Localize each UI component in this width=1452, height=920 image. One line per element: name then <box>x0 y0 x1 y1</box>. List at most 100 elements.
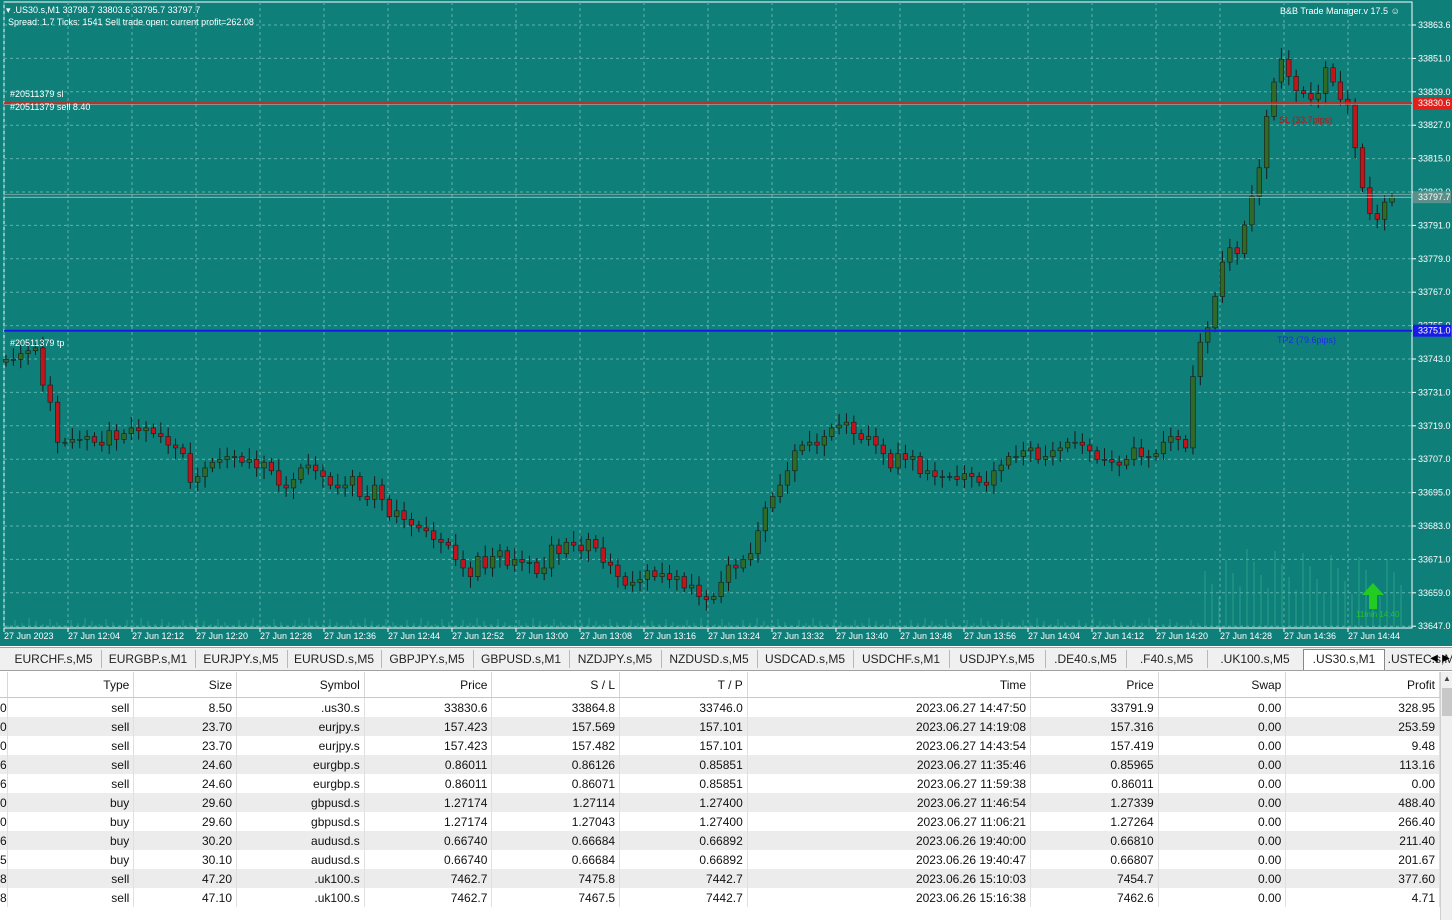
candle-bear <box>172 444 179 449</box>
tab-symbol[interactable]: EURGBP.s,M1 <box>101 650 196 668</box>
table-row[interactable]: 6 sell 24.60 eurgbp.s 0.86011 0.86071 0.85851 2… <box>0 774 1440 793</box>
table-row[interactable]: 0 sell 23.70 eurjpy.s 157.423 157.482 157.101 2… <box>0 736 1440 755</box>
tab-symbol[interactable]: USDJPY.s,M5 <box>949 650 1046 668</box>
candle-bull <box>1057 447 1063 452</box>
scroll-up-icon[interactable]: ▲ <box>1441 672 1452 686</box>
candle-bull <box>128 427 134 434</box>
column-header[interactable]: Type <box>7 672 135 698</box>
cell-cur_price: 33791.9 <box>1030 697 1159 717</box>
candle-bear <box>556 544 562 554</box>
timer-label: 11min 14:40 <box>1356 610 1400 619</box>
candle-bull <box>991 470 997 486</box>
tab-symbol[interactable]: EURJPY.s,M5 <box>195 650 288 668</box>
column-header[interactable]: Price <box>364 672 493 698</box>
candle-bear <box>320 470 326 477</box>
chart-canvas[interactable]: 33863.633851.033839.033827.033815.033803… <box>0 0 1452 646</box>
candle-bull <box>1190 376 1196 449</box>
cell-type: sell <box>7 755 135 774</box>
candle-bull <box>836 424 842 429</box>
cell-sl: 1.27114 <box>491 793 621 812</box>
cell-tp: 157.101 <box>619 736 748 755</box>
price-axis-label: 33719.0 <box>1418 421 1451 431</box>
column-header[interactable]: Swap <box>1158 672 1287 698</box>
candle-bear <box>615 564 621 577</box>
candle-bull <box>1020 450 1026 457</box>
tab-prev-arrow-icon[interactable]: ◀ <box>1428 651 1440 667</box>
price-chart[interactable]: 33863.633851.033839.033827.033815.033803… <box>0 0 1452 646</box>
table-row[interactable]: 0 sell 8.50 .us30.s 33830.6 33864.8 33746.0 202… <box>0 697 1440 717</box>
cell-price: 33830.6 <box>364 697 493 717</box>
tab-symbol[interactable]: EURCHF.s,M5 <box>6 650 102 668</box>
cell-swap: 0.00 <box>1158 774 1287 793</box>
time-axis-label: 27 Jun 14:12 <box>1092 631 1144 641</box>
tab-symbol[interactable]: .F40.s,M5 <box>1126 650 1208 668</box>
table-header-row: Type Size Symbol Price S / LT / P Time Price Sw… <box>0 672 1440 698</box>
table-row[interactable]: 0 buy 29.60 gbpusd.s 1.27174 1.27114 1.27400 20… <box>0 793 1440 812</box>
cell-time: 2023.06.27 14:19:08 <box>747 717 1032 736</box>
column-header[interactable]: S / L <box>491 672 621 698</box>
candle-bull <box>865 436 872 440</box>
dropdown-arrow-icon[interactable]: ▾ <box>6 5 11 15</box>
tab-symbol[interactable]: .DE40.s,M5 <box>1045 650 1127 668</box>
smiley-icon: ☺ <box>1390 6 1400 16</box>
tab-symbol[interactable]: USDCAD.s,M5 <box>757 650 854 668</box>
cell-time: 2023.06.27 11:35:46 <box>747 755 1032 774</box>
candle-bull <box>947 476 953 478</box>
candle-bear <box>1352 104 1358 149</box>
candle-bear <box>858 433 864 440</box>
candle-bear <box>622 576 628 586</box>
tp-pips-label: TP2 (79.6pips) <box>1277 335 1337 345</box>
candle-bull <box>725 564 732 583</box>
cell-time: 2023.06.27 14:47:50 <box>747 697 1032 717</box>
time-axis-label: 27 Jun 14:28 <box>1220 631 1272 641</box>
tab-symbol[interactable]: .UK100.s,M5 <box>1207 650 1304 668</box>
tab-next-arrow-icon[interactable]: ▶ <box>1440 651 1452 667</box>
tab-symbol[interactable]: NZDJPY.s,M5 <box>569 650 662 668</box>
candle-bear <box>438 539 444 543</box>
cell-profit: 328.95 <box>1285 697 1440 717</box>
cell-size: 30.10 <box>133 850 238 869</box>
column-header[interactable]: Symbol <box>236 672 365 698</box>
table-row[interactable]: 6 buy 30.20 audusd.s 0.66740 0.66684 0.66892 20… <box>0 831 1440 850</box>
tab-symbol[interactable]: GBPJPY.s,M5 <box>381 650 474 668</box>
row-edge-digit: 5 <box>0 850 8 869</box>
price-axis-label: 33851.0 <box>1418 53 1451 63</box>
scroll-thumb[interactable] <box>1442 688 1452 716</box>
candle-bull <box>394 510 400 517</box>
column-header[interactable]: Profit <box>1285 672 1440 698</box>
tab-symbol[interactable]: GBPUSD.s,M1 <box>473 650 570 668</box>
candle-bear <box>276 470 282 486</box>
column-header[interactable]: Price <box>1030 672 1159 698</box>
time-axis-label: 27 Jun 2023 <box>4 631 54 641</box>
table-row[interactable]: 0 sell 23.70 eurjpy.s 157.423 157.569 157.101 2… <box>0 717 1440 736</box>
tab-symbol[interactable]: NZDUSD.s,M5 <box>661 650 758 668</box>
table-row[interactable]: 6 sell 24.60 eurgbp.s 0.86011 0.86126 0.85851 2… <box>0 755 1440 774</box>
table-row[interactable]: 8 sell 47.10 .uk100.s 7462.7 7467.5 7442.7 2023… <box>0 888 1440 907</box>
spread-info-text: Spread: 1.7 Ticks: 1541 Sell trade open:… <box>8 17 254 27</box>
tab-symbol[interactable]: EURUSD.s,M5 <box>287 650 382 668</box>
column-header[interactable]: Size <box>133 672 238 698</box>
candle-bear <box>1359 147 1366 189</box>
price-axis-label: 33683.0 <box>1418 521 1451 531</box>
cell-sl: 157.569 <box>491 717 621 736</box>
cell-type: sell <box>7 697 135 717</box>
price-axis-label: 33647.0 <box>1418 621 1451 631</box>
table-row[interactable]: 8 sell 47.20 .uk100.s 7462.7 7475.8 7442.7 2023… <box>0 869 1440 888</box>
tab-symbol[interactable]: .US30.s,M1 <box>1303 649 1385 670</box>
table-vertical-scrollbar[interactable]: ▲ <box>1440 672 1452 920</box>
cell-size: 23.70 <box>133 717 238 736</box>
table-row[interactable]: 0 buy 29.60 gbpusd.s 1.27174 1.27043 1.27400 20… <box>0 812 1440 831</box>
row-edge-digit: 6 <box>0 755 8 774</box>
column-header[interactable]: T / P <box>619 672 748 698</box>
column-header[interactable]: Time <box>747 672 1032 698</box>
cell-swap: 0.00 <box>1158 850 1287 869</box>
candle-bull <box>224 456 230 460</box>
cell-swap: 0.00 <box>1158 831 1287 850</box>
table-row[interactable]: 5 buy 30.10 audusd.s 0.66740 0.66684 0.66892 20… <box>0 850 1440 869</box>
tab-symbol[interactable]: USDCHF.s,M1 <box>853 650 950 668</box>
cell-cur_price: 1.27264 <box>1030 812 1159 831</box>
cell-swap: 0.00 <box>1158 755 1287 774</box>
candle-bull <box>1072 441 1078 444</box>
cell-type: sell <box>7 869 135 888</box>
candle-bear <box>335 484 341 489</box>
